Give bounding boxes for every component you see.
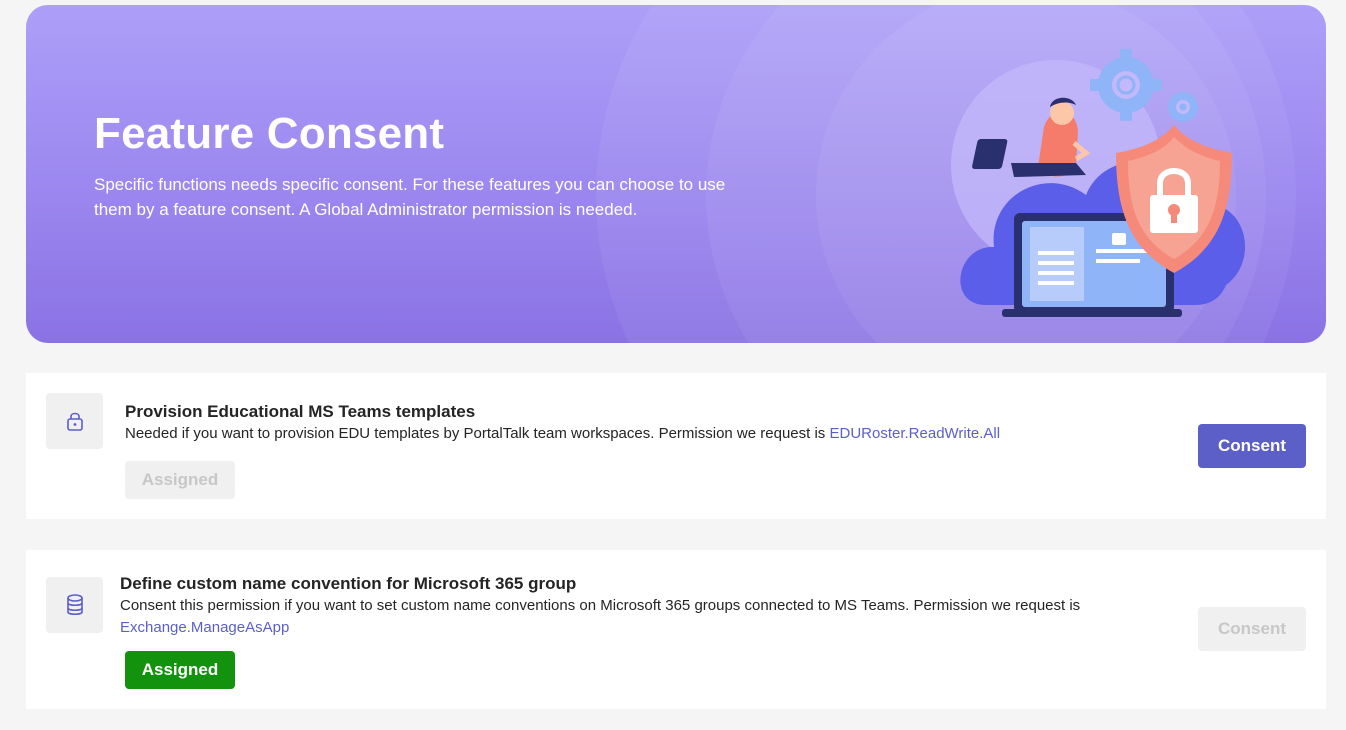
feature-title: Define custom name convention for Micros… [120,574,577,593]
status-badge: Assigned [125,461,235,499]
feature-title: Provision Educational MS Teams templates [125,402,476,421]
database-icon [46,577,103,633]
consent-button[interactable]: Consent [1198,607,1306,651]
small-gear-icon [1168,92,1198,122]
feature-card-edu-templates: Provision Educational MS Teams templates… [26,373,1326,519]
page-title: Feature Consent [94,109,445,158]
status-badge: Assigned [125,651,235,689]
lock-icon [46,393,103,449]
security-illustration [951,49,1246,317]
feature-description: Consent this permission if you want to s… [120,597,1081,636]
page-description: Specific functions needs specific consen… [94,175,726,219]
hero-banner: Feature Consent Specific functions needs… [26,5,1326,343]
consent-button[interactable]: Consent [1198,424,1306,468]
feature-description: Needed if you want to provision EDU temp… [125,425,1001,442]
feature-card-name-convention: Define custom name convention for Micros… [26,550,1326,709]
permission-name: EDURoster.ReadWrite.All [829,425,1001,442]
permission-name: Exchange.ManageAsApp [120,619,290,636]
